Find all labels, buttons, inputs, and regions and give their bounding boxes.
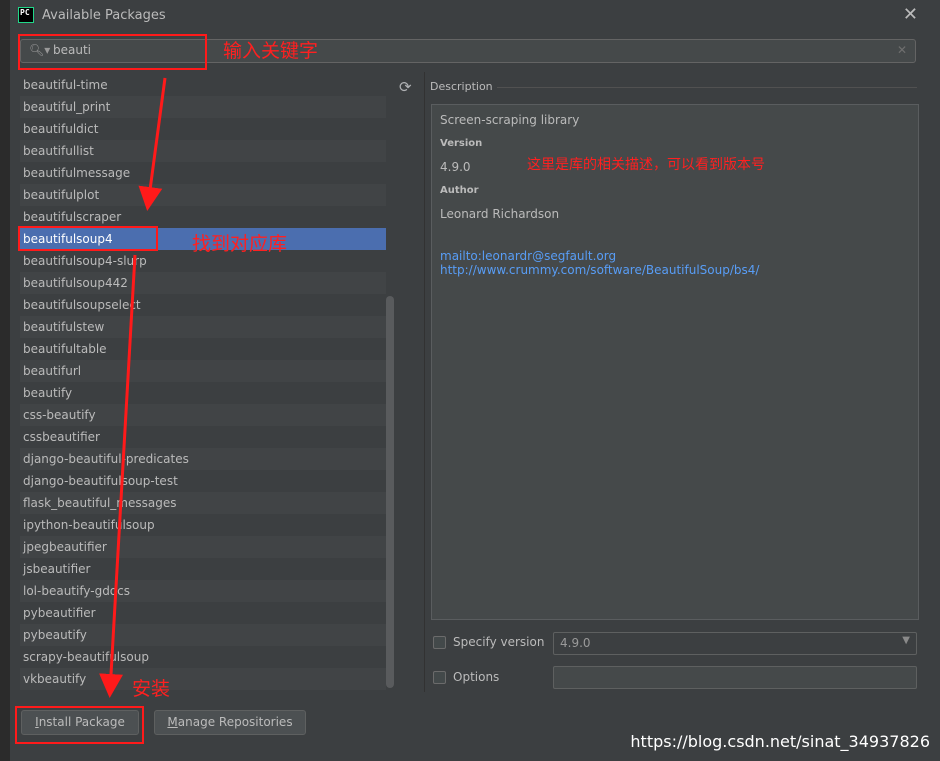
annotation-arrow-search-to-package: [138, 77, 167, 211]
watermark-url: https://blog.csdn.net/sinat_34937826: [630, 732, 930, 751]
dialog-window: PC Available Packages ✕ 🔍︎▾ beauti ✕ bea…: [0, 0, 940, 761]
annotation-arrow-package-to-install: [99, 254, 137, 698]
annotation-arrows: [99, 77, 167, 698]
